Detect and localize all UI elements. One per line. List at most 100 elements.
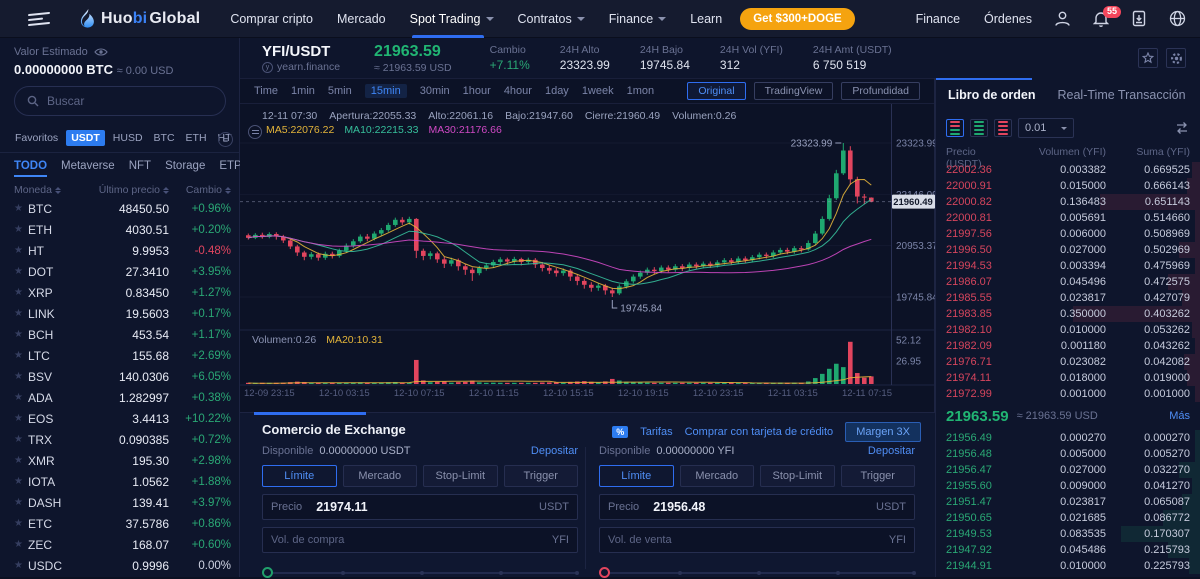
ask-row-11[interactable]: 21982.090.0011800.043262 <box>936 338 1200 354</box>
sort-moneda[interactable]: Moneda <box>14 184 61 196</box>
sell-price-input[interactable]: Precio 21956.48 USDT <box>599 494 915 520</box>
ask-row-13[interactable]: 21974.110.0180000.019000 <box>936 370 1200 386</box>
coin-row-dot[interactable]: ★DOT27.3410+3.95% <box>0 261 239 282</box>
nav-item-comprar-cripto[interactable]: Comprar cripto <box>230 0 313 38</box>
ask-row-10[interactable]: 21982.100.0100000.053262 <box>936 322 1200 338</box>
view-tab-original[interactable]: Original <box>687 82 745 100</box>
margin-3x-button[interactable]: Margen 3X <box>845 422 921 442</box>
view-tab-profundidad[interactable]: Profundidad <box>841 82 920 100</box>
bid-row-7[interactable]: 21947.920.0454860.215793 <box>936 542 1200 558</box>
interval-1day[interactable]: 1day <box>545 85 569 97</box>
coin-row-iota[interactable]: ★IOTA1.0562+1.88% <box>0 471 239 492</box>
star-icon[interactable]: ★ <box>14 476 28 487</box>
ask-row-14[interactable]: 21972.990.0010000.001000 <box>936 386 1200 402</box>
star-icon[interactable]: ★ <box>14 455 28 466</box>
quote-tab-eth[interactable]: ETH <box>183 130 210 146</box>
star-icon[interactable]: ★ <box>14 413 28 424</box>
more-link[interactable]: Más <box>1169 410 1190 422</box>
bid-row-5[interactable]: 21950.650.0216850.086772 <box>936 510 1200 526</box>
coin-row-bsv[interactable]: ★BSV140.0306+6.05% <box>0 366 239 387</box>
sell-type-l-mite[interactable]: Límite <box>599 465 674 487</box>
sell-type-trigger[interactable]: Trigger <box>841 465 916 487</box>
sell-type-mercado[interactable]: Mercado <box>680 465 755 487</box>
star-icon[interactable]: ★ <box>14 518 28 529</box>
quote-tab-btc[interactable]: BTC <box>151 130 178 146</box>
bid-row-8[interactable]: 21944.910.0100000.225793 <box>936 558 1200 574</box>
bid-row-0[interactable]: 21956.490.0002700.000270 <box>936 430 1200 446</box>
nav-item-spot-trading[interactable]: Spot Trading <box>410 0 494 38</box>
buy-type-stop-limit[interactable]: Stop-Limit <box>423 465 498 487</box>
quote-tabs-more-icon[interactable]: ≡ <box>218 132 233 147</box>
bid-row-2[interactable]: 21956.470.0270000.032270 <box>936 462 1200 478</box>
view-tab-tradingview[interactable]: TradingView <box>754 82 834 100</box>
deposit-link-buy[interactable]: Depositar <box>531 445 578 457</box>
ask-row-7[interactable]: 21986.070.0454960.472575 <box>936 274 1200 290</box>
star-icon[interactable]: ★ <box>14 539 28 550</box>
nav-item-learn[interactable]: Learn <box>690 0 722 38</box>
fees-link[interactable]: Tarifas <box>640 426 672 438</box>
coin-row-btc[interactable]: ★BTC48450.50+0.96% <box>0 198 239 219</box>
coin-row-ltc[interactable]: ★LTC155.68+2.69% <box>0 345 239 366</box>
interval-1week[interactable]: 1week <box>582 85 614 97</box>
ask-row-6[interactable]: 21994.530.0033940.475969 <box>936 258 1200 274</box>
nav-item-mercado[interactable]: Mercado <box>337 0 386 38</box>
coin-row-xrp[interactable]: ★XRP0.83450+1.27% <box>0 282 239 303</box>
buy-amount-input[interactable]: Vol. de compra YFI <box>262 527 578 553</box>
sell-slider-handle[interactable] <box>599 567 610 578</box>
eye-icon[interactable] <box>94 47 108 57</box>
book-view-bids-icon[interactable] <box>970 119 988 137</box>
interval-time[interactable]: Time <box>254 85 278 97</box>
star-icon[interactable]: ★ <box>14 560 28 571</box>
nav-item-rdenes[interactable]: Órdenes <box>984 0 1032 38</box>
nav-item-contratos[interactable]: Contratos <box>518 0 585 38</box>
ask-row-9[interactable]: 21983.850.3500000.403262 <box>936 306 1200 322</box>
ask-row-8[interactable]: 21985.550.0238170.427079 <box>936 290 1200 306</box>
category-tab-nft[interactable]: NFT <box>129 160 151 177</box>
huobi-logo[interactable]: HuobiGlobal <box>80 9 200 28</box>
buy-with-card-link[interactable]: Comprar con tarjeta de crédito <box>685 426 834 438</box>
coin-row-eth[interactable]: ★ETH4030.51+0.20% <box>0 219 239 240</box>
ask-row-5[interactable]: 21996.500.0270000.502969 <box>936 242 1200 258</box>
sell-amount-input[interactable]: Vol. de venta YFI <box>599 527 915 553</box>
transfer-swap-icon[interactable] <box>1174 121 1190 135</box>
star-icon[interactable]: ★ <box>14 287 28 298</box>
tab-order-book[interactable]: Libro de orden <box>948 88 1036 102</box>
coin-row-bch[interactable]: ★BCH453.54+1.17% <box>0 324 239 345</box>
ask-row-3[interactable]: 22000.810.0056910.514660 <box>936 210 1200 226</box>
buy-type-trigger[interactable]: Trigger <box>504 465 579 487</box>
menu-icon[interactable] <box>28 11 50 25</box>
buy-slider-handle[interactable] <box>262 567 273 578</box>
settings-button[interactable] <box>1166 48 1186 68</box>
star-icon[interactable]: ★ <box>14 329 28 340</box>
nav-item-finance[interactable]: Finance <box>916 0 960 38</box>
star-icon[interactable]: ★ <box>14 224 28 235</box>
quote-tab-favoritos[interactable]: Favoritos <box>12 130 61 146</box>
star-icon[interactable]: ★ <box>14 203 28 214</box>
interval-15min[interactable]: 15min <box>365 84 407 98</box>
promo-button[interactable]: Get $300+DOGE <box>740 8 855 30</box>
coin-row-ht[interactable]: ★HT9.9953-0.48% <box>0 240 239 261</box>
interval-5min[interactable]: 5min <box>328 85 352 97</box>
quote-tab-husd[interactable]: HUSD <box>110 130 146 146</box>
buy-type-l-mite[interactable]: Límite <box>262 465 337 487</box>
star-icon[interactable]: ★ <box>14 266 28 277</box>
interval-4hour[interactable]: 4hour <box>504 85 532 97</box>
category-tab-todo[interactable]: TODO <box>14 160 47 177</box>
coin-row-ada[interactable]: ★ADA1.282997+0.38% <box>0 387 239 408</box>
sort-ltimo-precio[interactable]: Último precio <box>99 184 169 196</box>
nav-item-finance[interactable]: Finance <box>609 0 666 38</box>
sort-cambio[interactable]: Cambio <box>169 184 231 196</box>
sell-type-stop-limit[interactable]: Stop-Limit <box>760 465 835 487</box>
interval-1mon[interactable]: 1mon <box>627 85 655 97</box>
interval-1min[interactable]: 1min <box>291 85 315 97</box>
category-tab-metaverse[interactable]: Metaverse <box>61 160 115 177</box>
book-view-asks-icon[interactable] <box>994 119 1012 137</box>
search-input[interactable] <box>47 94 197 108</box>
category-tab-storage[interactable]: Storage <box>165 160 205 177</box>
star-icon[interactable]: ★ <box>14 392 28 403</box>
user-account-icon[interactable] <box>1054 10 1071 27</box>
ma-settings-icon[interactable] <box>248 125 262 139</box>
search-box[interactable] <box>14 86 226 116</box>
coin-row-link[interactable]: ★LINK19.5603+0.17% <box>0 303 239 324</box>
star-icon[interactable]: ★ <box>14 350 28 361</box>
